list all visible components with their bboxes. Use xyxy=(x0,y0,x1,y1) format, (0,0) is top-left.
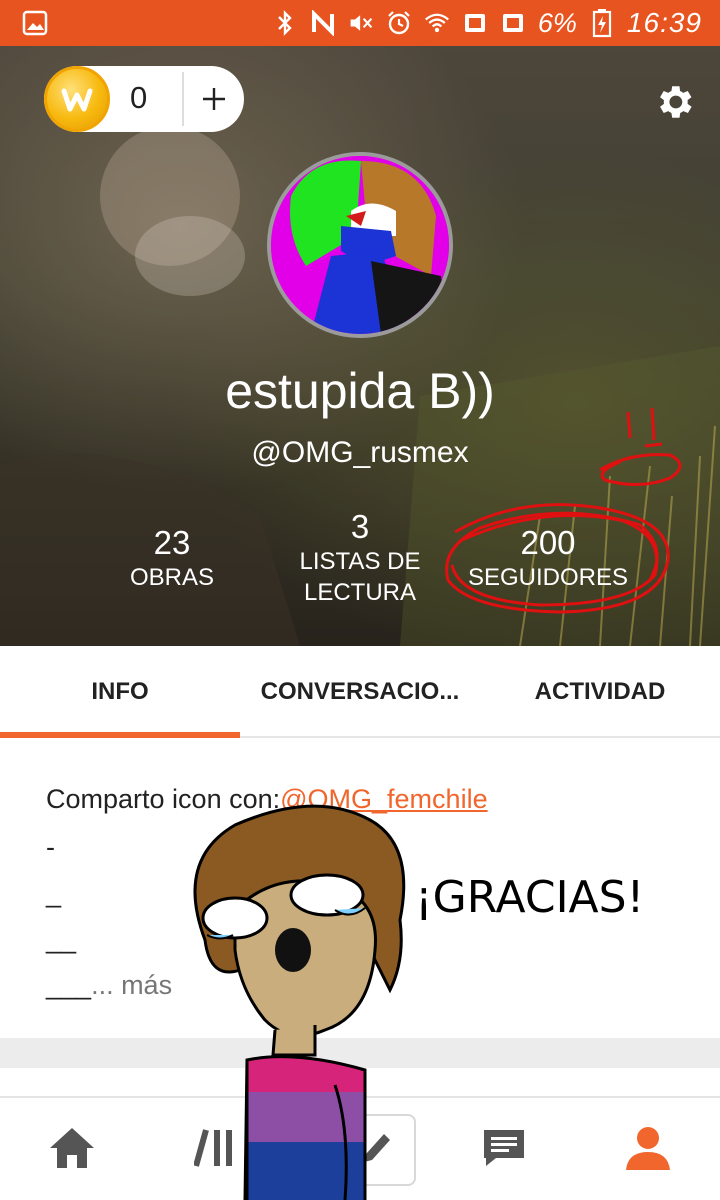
profile-icon xyxy=(624,1124,672,1177)
coin-icon xyxy=(44,66,110,132)
works-count: 23 xyxy=(153,524,191,561)
alarm-icon xyxy=(386,10,412,36)
status-bar: 6% 16:39 xyxy=(0,0,720,46)
tab-conversations[interactable]: CONVERSACIO... xyxy=(240,646,480,738)
battery-percent: 6% xyxy=(537,7,577,38)
sim2-icon xyxy=(500,10,526,36)
clock: 16:39 xyxy=(626,7,702,38)
description-first-line: Comparto icon con:@OMG_femchile xyxy=(46,784,686,824)
wifi-icon xyxy=(424,10,450,36)
gear-icon[interactable] xyxy=(652,80,696,124)
stat-followers[interactable]: 200 SEGUIDORES xyxy=(450,524,646,593)
display-name: estupida B)) xyxy=(225,363,495,419)
nav-home[interactable] xyxy=(0,1098,144,1200)
description-line: __ xyxy=(46,924,77,954)
messages-icon xyxy=(480,1126,528,1175)
reading-lists-count: 3 xyxy=(350,508,370,545)
followers-label: SEGUIDORES xyxy=(467,564,629,591)
profile-header: 0 estupida B)) @OMG_rusmex 23 OBRAS 3 LI… xyxy=(0,46,720,646)
nav-write[interactable] xyxy=(330,1114,416,1186)
nav-messages[interactable] xyxy=(432,1098,576,1200)
mention-link[interactable]: @OMG_femchile xyxy=(280,784,487,814)
works-label: OBRAS xyxy=(129,564,215,591)
bottom-navigation xyxy=(0,1096,720,1200)
description-line: _ xyxy=(46,878,62,908)
nav-library[interactable] xyxy=(144,1098,288,1200)
show-more-link[interactable]: ... más xyxy=(91,970,172,1000)
username: @OMG_rusmex xyxy=(251,436,469,469)
reading-lists-label-2: LECTURA xyxy=(303,579,417,606)
gallery-icon xyxy=(22,10,48,36)
add-coins-button[interactable] xyxy=(184,66,244,132)
sim1-icon xyxy=(462,10,488,36)
reading-lists-label-1: LISTAS DE xyxy=(299,548,421,575)
profile-description: Comparto icon con:@OMG_femchile - _ __ _… xyxy=(46,784,686,1008)
description-line: - xyxy=(46,832,55,862)
home-icon xyxy=(48,1126,96,1175)
stat-works[interactable]: 23 OBRAS xyxy=(112,524,232,593)
followers-count: 200 xyxy=(520,524,576,561)
profile-tabs: INFO CONVERSACIO... ACTIVIDAD xyxy=(0,646,720,738)
description-line: ___ xyxy=(46,970,92,1000)
description-last-line: ___... más xyxy=(46,962,686,1008)
tab-info[interactable]: INFO xyxy=(0,646,240,738)
nav-profile[interactable] xyxy=(576,1098,720,1200)
coin-wallet[interactable]: 0 xyxy=(44,66,244,132)
battery-icon xyxy=(589,9,615,38)
bluetooth-icon xyxy=(272,10,298,36)
coin-count: 0 xyxy=(130,80,148,115)
write-icon xyxy=(358,1128,392,1173)
library-icon xyxy=(193,1126,238,1175)
tab-activity[interactable]: ACTIVIDAD xyxy=(480,646,720,738)
section-divider xyxy=(0,1038,720,1068)
description-prefix: Comparto icon con: xyxy=(46,784,281,814)
avatar[interactable] xyxy=(267,152,453,338)
mute-icon xyxy=(348,10,374,36)
nfc-icon xyxy=(310,10,336,36)
stat-reading-lists[interactable]: 3 LISTAS DE LECTURA xyxy=(280,508,440,608)
